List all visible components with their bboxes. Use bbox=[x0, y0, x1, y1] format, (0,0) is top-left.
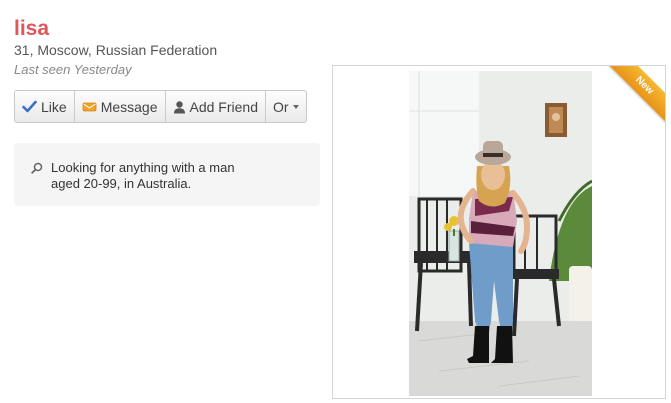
looking-for-text: Looking for anything with a man aged 20-… bbox=[51, 160, 235, 191]
profile-photo[interactable] bbox=[409, 71, 592, 396]
checkmark-icon bbox=[22, 100, 37, 113]
message-button[interactable]: Message bbox=[75, 91, 166, 122]
message-button-label: Message bbox=[100, 98, 158, 115]
person-icon bbox=[173, 100, 186, 114]
profile-photo-card[interactable]: New bbox=[332, 65, 666, 399]
new-badge-label: New bbox=[607, 66, 665, 124]
more-actions-label: Or bbox=[272, 98, 289, 115]
looking-for-panel: Looking for anything with a man aged 20-… bbox=[14, 143, 320, 206]
new-badge: New bbox=[607, 66, 665, 124]
message-icon bbox=[82, 101, 97, 113]
search-icon bbox=[31, 161, 43, 179]
profile-action-bar: Like Message Add Friend Or bbox=[14, 90, 307, 123]
more-actions-dropdown[interactable]: Or bbox=[266, 91, 306, 122]
profile-name[interactable]: lisa bbox=[14, 17, 49, 41]
chevron-down-icon bbox=[292, 104, 299, 109]
like-button[interactable]: Like bbox=[15, 91, 75, 122]
profile-details: 31, Moscow, Russian Federation bbox=[14, 42, 218, 58]
add-friend-button-label: Add Friend bbox=[189, 98, 258, 115]
last-seen-status: Last seen Yesterday bbox=[14, 62, 132, 77]
add-friend-button[interactable]: Add Friend bbox=[166, 91, 266, 122]
like-button-label: Like bbox=[41, 98, 67, 115]
